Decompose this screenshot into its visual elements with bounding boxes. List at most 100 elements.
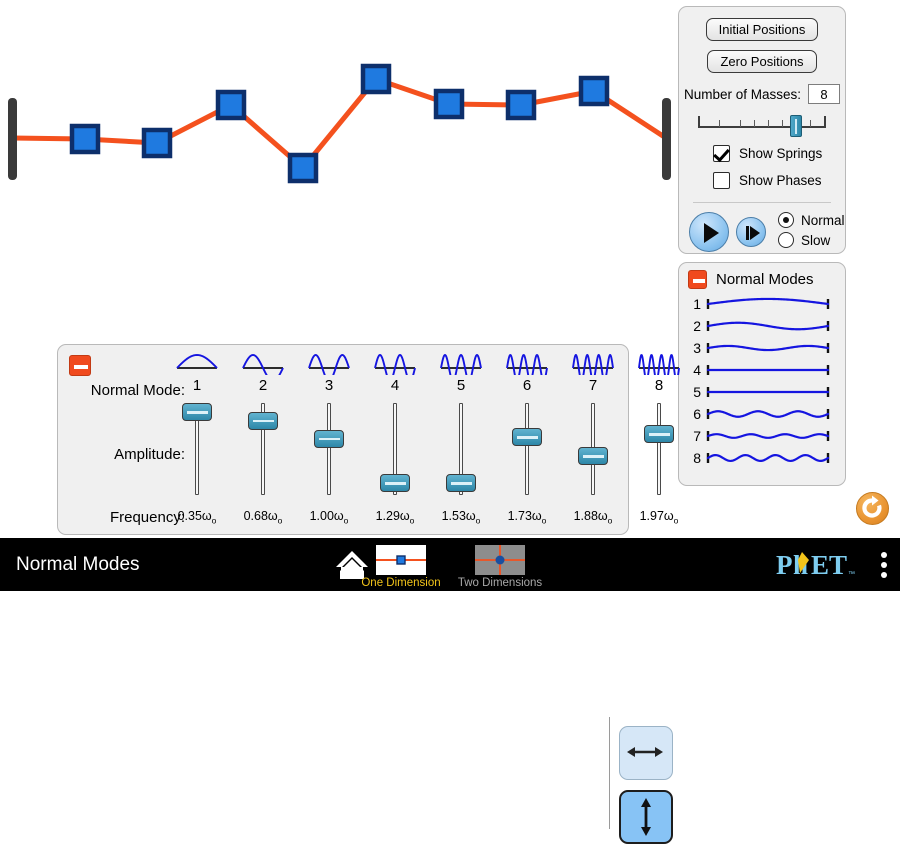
- amplitude-slider-thumb[interactable]: [314, 429, 344, 448]
- slider-track: [698, 126, 826, 128]
- number-of-masses-slider[interactable]: [698, 109, 826, 137]
- amplitude-slider-mode-5[interactable]: [439, 403, 483, 495]
- frequency-row-label: Frequency:: [109, 509, 185, 526]
- amplitude-slider-mode-2[interactable]: [241, 403, 285, 495]
- svg-text:P: P: [776, 550, 793, 580]
- slider-tick: [810, 120, 811, 127]
- collapse-minus-icon[interactable]: [69, 355, 91, 376]
- amplitude-slider-mode-8[interactable]: [637, 403, 681, 495]
- slider-tick: [782, 120, 783, 127]
- slider-end-tick-min: [698, 116, 700, 128]
- tab-one-dimension-label: One Dimension: [361, 577, 441, 589]
- panel-divider: [693, 202, 831, 203]
- menu-dot: [881, 552, 887, 558]
- frequency-value-mode-3: 1.00ωo: [309, 509, 349, 526]
- mode-column-number: 2: [258, 377, 268, 394]
- amplitude-slider-mode-6[interactable]: [505, 403, 549, 495]
- initial-positions-button[interactable]: Initial Positions: [705, 18, 819, 41]
- speed-normal-label: Normal: [801, 212, 845, 228]
- frequency-value-mode-2: 0.68ωo: [243, 509, 283, 526]
- control-panel: Initial Positions Zero Positions Number …: [678, 6, 846, 254]
- svg-text:™: ™: [848, 571, 855, 578]
- normal-mode-curve-8: [706, 453, 830, 463]
- mode-icon-3: [308, 354, 350, 375]
- navigation-bar: Normal Modes One Dimension Two Dimension…: [0, 538, 900, 591]
- normal-mode-number: 2: [693, 318, 701, 334]
- frequency-subscript: o: [409, 515, 415, 526]
- frequency-subscript: o: [541, 515, 547, 526]
- frequency-value-mode-8: 1.97ωo: [639, 509, 679, 526]
- step-forward-button[interactable]: [736, 217, 766, 247]
- phet-logo[interactable]: P h E T ™: [776, 549, 862, 586]
- frequency-subscript: o: [607, 515, 613, 526]
- normal-modes-header: Normal Modes: [679, 263, 845, 291]
- horizontal-motion-button[interactable]: [619, 726, 673, 780]
- normal-mode-number: 6: [693, 406, 701, 422]
- normal-modes-panel: Normal Modes 1 2 3 4 5 6 7 8: [678, 262, 846, 486]
- mass-square-7[interactable]: [505, 89, 537, 121]
- mode-column-5: 5: [439, 349, 483, 394]
- radio-slow[interactable]: [778, 232, 794, 248]
- slider-thumb[interactable]: [790, 115, 802, 137]
- mode-waveform: [706, 321, 830, 331]
- normal-mode-row-8: 8: [685, 447, 845, 469]
- amplitude-slider-mode-3[interactable]: [307, 403, 351, 495]
- radio-normal[interactable]: [778, 212, 794, 228]
- frequency-subscript: o: [277, 515, 283, 526]
- reset-all-button[interactable]: [856, 492, 889, 525]
- amplitude-slider-thumb[interactable]: [512, 428, 542, 447]
- vertical-motion-button[interactable]: [619, 790, 673, 844]
- mass-square-4[interactable]: [287, 152, 319, 184]
- tab-two-dimensions[interactable]: Two Dimensions: [452, 545, 548, 589]
- reset-all-icon: [862, 495, 882, 518]
- mass-square-1[interactable]: [69, 123, 101, 155]
- show-phases-checkbox[interactable]: [713, 172, 730, 189]
- normal-mode-number: 7: [693, 428, 701, 444]
- tab-one-dimension[interactable]: One Dimension: [353, 545, 449, 589]
- frequency-value-mode-6: 1.73ωo: [507, 509, 547, 526]
- amplitude-slider-thumb[interactable]: [182, 403, 212, 421]
- amplitude-slider-mode-7[interactable]: [571, 403, 615, 495]
- mode-waveform: [706, 433, 830, 439]
- mass-square-3[interactable]: [215, 89, 247, 121]
- frequency-value-mode-4: 1.29ωo: [375, 509, 415, 526]
- mode-icon-waveform: [440, 353, 482, 375]
- frequency-subscript: o: [343, 515, 349, 526]
- zero-positions-button[interactable]: Zero Positions: [707, 50, 817, 73]
- speed-option-slow[interactable]: Slow: [778, 232, 845, 248]
- normal-mode-row-1: 1: [685, 293, 845, 315]
- normal-mode-curve-5: [706, 387, 830, 397]
- show-springs-checkbox-row[interactable]: Show Springs: [713, 145, 845, 162]
- kebab-menu-button[interactable]: [881, 552, 888, 578]
- normal-mode-row-label: Normal Mode:: [90, 382, 185, 399]
- play-icon: [704, 223, 719, 243]
- mode-column-1: 1: [175, 349, 219, 394]
- collapse-minus-icon[interactable]: [688, 270, 707, 289]
- step-forward-icon: [750, 226, 760, 240]
- mass-square-8[interactable]: [578, 75, 610, 107]
- show-phases-checkbox-row[interactable]: Show Phases: [713, 172, 845, 189]
- spring-connections: [9, 76, 669, 171]
- normal-mode-row-6: 6: [685, 403, 845, 425]
- amplitude-slider-thumb[interactable]: [644, 425, 674, 444]
- amplitude-slider-mode-4[interactable]: [373, 403, 417, 495]
- normal-mode-curve-4: [706, 365, 830, 375]
- play-button[interactable]: [689, 212, 729, 252]
- mass-square-6[interactable]: [433, 88, 465, 120]
- amplitude-slider-thumb[interactable]: [380, 474, 410, 492]
- mode-icon-5: [440, 353, 482, 375]
- speed-option-normal[interactable]: Normal: [778, 212, 845, 228]
- panel-vertical-divider: [609, 717, 610, 829]
- mode-icon-waveform: [374, 354, 416, 375]
- amplitude-slider-thumb[interactable]: [578, 447, 608, 466]
- mode-icon-6: [506, 353, 548, 375]
- mass-square-2[interactable]: [141, 127, 173, 159]
- amplitude-slider-mode-1[interactable]: [175, 403, 219, 495]
- mode-icon-4: [374, 354, 416, 375]
- mass-square-5[interactable]: [360, 63, 392, 95]
- mode-icon-2: [242, 354, 284, 375]
- amplitude-slider-thumb[interactable]: [446, 474, 476, 492]
- show-springs-checkbox[interactable]: [713, 145, 730, 162]
- amplitude-slider-thumb[interactable]: [248, 411, 278, 430]
- mode-icon-waveform: [638, 354, 680, 375]
